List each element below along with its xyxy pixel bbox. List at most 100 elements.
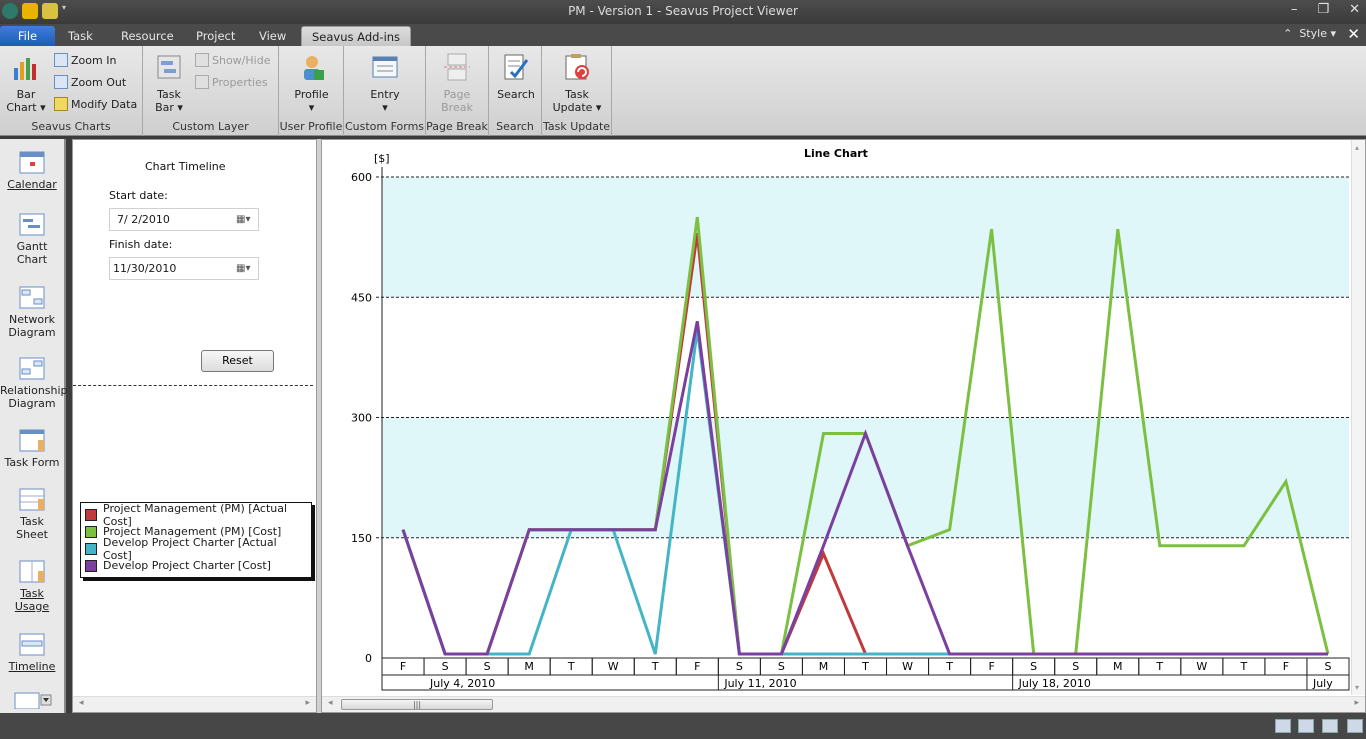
tab-file[interactable]: File xyxy=(0,26,55,46)
zoom-out-label: Zoom Out xyxy=(71,76,127,89)
x-tick-label: M xyxy=(524,660,534,673)
task-update-button[interactable]: Task Update ▾ xyxy=(552,52,602,114)
chart-band xyxy=(382,177,1349,298)
search-button-label: Search xyxy=(497,88,535,101)
chart-hscroll[interactable]: ◂ ||| ▸ xyxy=(322,696,1365,712)
group-page-break: Page Break Page Break xyxy=(426,46,489,136)
view-team-planner-icon[interactable] xyxy=(1322,719,1338,733)
ribbon-tabs: File Task Resource Project View Seavus A… xyxy=(0,24,1366,46)
show-hide-icon xyxy=(195,53,209,67)
scroll-left-icon[interactable]: ◂ xyxy=(79,698,84,708)
minimize-icon[interactable]: – xyxy=(1291,2,1298,17)
zoom-in-icon xyxy=(54,53,68,67)
view-gantt-icon[interactable] xyxy=(1275,719,1291,733)
reset-button[interactable]: Reset xyxy=(201,350,274,372)
legend-swatch xyxy=(85,559,97,572)
restore-icon[interactable]: ❐ xyxy=(1317,2,1329,17)
window-controls: – ❐ ✕ xyxy=(1291,2,1360,17)
nav-gantt-chart[interactable]: Gantt Chart xyxy=(0,211,64,266)
zoom-out-button[interactable]: Zoom Out xyxy=(54,74,126,92)
network-diagram-icon xyxy=(19,286,45,309)
x-tick-label: T xyxy=(567,660,575,673)
group-label-seavus-charts: Seavus Charts xyxy=(31,120,111,133)
tab-project[interactable]: Project xyxy=(186,26,245,46)
nav-network-diagram[interactable]: Network Diagram xyxy=(0,284,64,339)
modify-data-button[interactable]: Modify Data xyxy=(54,96,137,114)
x-tick-label: S xyxy=(442,660,449,673)
scroll-up-icon[interactable]: ▴ xyxy=(1355,143,1359,152)
zoom-in-button[interactable]: Zoom In xyxy=(54,52,116,70)
tab-resource[interactable]: Resource xyxy=(111,26,184,46)
tab-task[interactable]: Task xyxy=(58,26,103,46)
left-pane-hscroll[interactable]: ◂ ▸ xyxy=(73,696,316,712)
tab-view[interactable]: View xyxy=(249,26,296,46)
scroll-left-icon[interactable]: ◂ xyxy=(328,698,333,708)
properties-icon xyxy=(195,75,209,89)
x-tick-label: S xyxy=(484,660,491,673)
y-tick-label: 300 xyxy=(351,412,372,425)
title-bar: ▾ PM - Version 1 - Seavus Project Viewer… xyxy=(0,0,1366,24)
collapse-ribbon-icon[interactable]: ⌃ xyxy=(1283,27,1292,40)
tab-seavus-addins[interactable]: Seavus Add-ins xyxy=(301,26,412,46)
line-chart: Line Chart [$] 0 150 300 450 600 F S S M T W T F S S M T… xyxy=(351,147,1350,691)
nav-more[interactable] xyxy=(0,691,64,712)
start-date-field[interactable]: 7/ 2/2010 ▦▾ xyxy=(109,208,259,231)
x-tick-label: S xyxy=(1030,660,1037,673)
view-task-usage-icon[interactable] xyxy=(1298,719,1314,733)
nav-network-diagram-label: Network Diagram xyxy=(8,313,56,339)
group-custom-forms: Entry ▾ Custom Forms xyxy=(344,46,426,136)
profile-button[interactable]: Profile ▾ xyxy=(289,52,334,114)
page-break-button-label: Page Break xyxy=(441,88,473,114)
task-bar-label: Task Bar xyxy=(155,88,181,114)
week-label: July 4, 2010 xyxy=(429,677,495,690)
modify-data-icon xyxy=(54,97,68,111)
chart-vscroll[interactable]: ▴ ▾ xyxy=(1351,140,1365,695)
y-axis-label: [$] xyxy=(374,152,390,165)
scroll-down-icon[interactable]: ▾ xyxy=(1355,683,1359,692)
properties-button[interactable]: Properties xyxy=(195,74,268,92)
finish-date-value: 11/30/2010 xyxy=(113,262,177,275)
task-update-icon xyxy=(565,54,589,80)
pane-divider xyxy=(73,385,313,386)
style-label: Style xyxy=(1299,27,1327,40)
nav-relationship-diagram[interactable]: Relationship Diagram xyxy=(0,355,68,410)
search-button[interactable]: Search xyxy=(495,52,537,101)
finish-date-field[interactable]: 11/30/2010 ▦▾ xyxy=(109,257,259,280)
view-resource-sheet-icon[interactable] xyxy=(1347,719,1363,733)
legend-swatch xyxy=(85,508,97,521)
properties-label: Properties xyxy=(212,76,268,89)
task-bar-button[interactable]: Task Bar ▾ xyxy=(149,52,189,114)
x-tick-label: W xyxy=(902,660,913,673)
style-menu[interactable]: ⌃ Style ▾ xyxy=(1283,27,1336,40)
calendar-dropdown-icon[interactable]: ▦▾ xyxy=(236,262,254,275)
nav-timeline[interactable]: Timeline xyxy=(0,631,64,673)
close-icon[interactable]: ✕ xyxy=(1349,2,1360,17)
scroll-right-icon[interactable]: ▸ xyxy=(1354,698,1359,708)
chart-timeline-header: Chart Timeline xyxy=(145,160,226,173)
group-label-task-update: Task Update xyxy=(542,120,611,133)
entry-button[interactable]: Entry ▾ xyxy=(364,52,406,114)
nav-task-sheet[interactable]: Task Sheet xyxy=(0,486,64,541)
window-title: PM - Version 1 - Seavus Project Viewer xyxy=(568,4,798,18)
y-tick-label: 600 xyxy=(351,171,372,184)
scroll-thumb[interactable]: ||| xyxy=(341,699,493,710)
legend-label: Project Management (PM) [Actual Cost] xyxy=(103,501,288,528)
week-label: July 18, 2010 xyxy=(1018,677,1091,690)
page-break-icon xyxy=(444,53,470,81)
relationship-diagram-icon xyxy=(19,357,45,380)
calendar-dropdown-icon[interactable]: ▦▾ xyxy=(236,213,254,226)
legend-swatch xyxy=(85,525,97,538)
x-tick-label: W xyxy=(1196,660,1207,673)
bar-chart-button[interactable]: Bar Chart ▾ xyxy=(6,52,46,114)
show-hide-button[interactable]: Show/Hide xyxy=(195,52,270,70)
scroll-right-icon[interactable]: ▸ xyxy=(305,698,310,708)
nav-task-form[interactable]: Task Form xyxy=(0,427,64,469)
task-usage-icon xyxy=(19,560,45,583)
close-doc-icon[interactable]: ✕ xyxy=(1347,25,1360,43)
nav-task-usage[interactable]: Task Usage xyxy=(0,558,64,613)
page-break-button[interactable]: Page Break xyxy=(436,52,478,114)
x-tick-label: M xyxy=(1113,660,1123,673)
nav-calendar[interactable]: Calendar xyxy=(0,149,64,191)
nav-relationship-diagram-label: Relationship Diagram xyxy=(0,384,68,410)
start-date-value: 7/ 2/2010 xyxy=(117,213,170,226)
